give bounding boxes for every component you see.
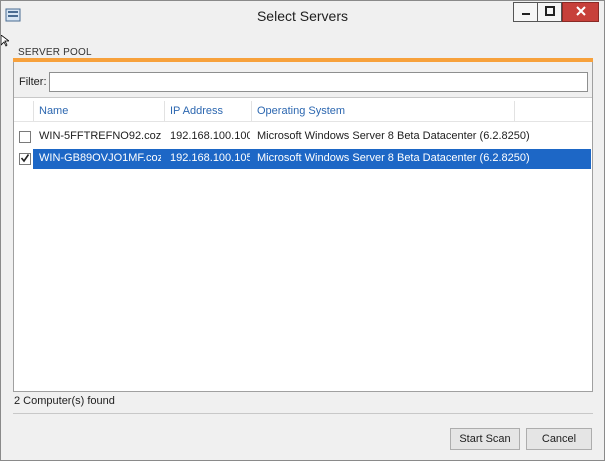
close-icon — [575, 5, 586, 19]
cell-os: Microsoft Windows Server 8 Beta Datacent… — [257, 152, 530, 164]
cancel-button[interactable]: Cancel — [526, 428, 592, 450]
minimize-button[interactable] — [513, 2, 537, 22]
mouse-cursor-icon — [0, 34, 11, 50]
filter-label: Filter: — [19, 76, 47, 88]
cell-ip: 192.168.100.105 — [170, 152, 250, 164]
row-checkbox[interactable] — [19, 153, 31, 165]
maximize-button[interactable] — [537, 2, 562, 22]
title-bar[interactable]: Select Servers — [1, 1, 604, 29]
start-scan-button[interactable]: Start Scan — [450, 428, 520, 450]
table-row-selected[interactable]: WIN-GB89OVJO1MF.coz... 192.168.100.105 M… — [14, 149, 592, 169]
column-header-name[interactable]: Name — [39, 105, 68, 117]
filter-input[interactable] — [49, 72, 588, 92]
cell-os: Microsoft Windows Server 8 Beta Datacent… — [257, 130, 530, 142]
cell-name: WIN-5FFTREFNO92.cozu... — [39, 130, 161, 142]
column-header-ip[interactable]: IP Address — [170, 105, 223, 117]
close-button[interactable] — [562, 2, 599, 22]
maximize-icon — [544, 5, 555, 19]
row-checkbox[interactable] — [19, 131, 31, 143]
minimize-icon — [521, 6, 531, 19]
filter-area: Filter: — [14, 62, 592, 98]
column-separator — [164, 101, 165, 121]
cell-ip: 192.168.100.100 — [170, 130, 250, 142]
footer-divider — [13, 413, 593, 414]
column-separator — [251, 101, 252, 121]
column-separator — [514, 101, 515, 121]
cell-name: WIN-GB89OVJO1MF.coz... — [39, 152, 161, 164]
list-header: Name IP Address Operating System — [14, 99, 592, 122]
column-header-os[interactable]: Operating System — [257, 105, 345, 117]
server-pool-label: SERVER POOL — [18, 47, 92, 58]
select-servers-dialog: Select Servers SERVER POOL Filter: Name … — [0, 0, 605, 461]
status-text: 2 Computer(s) found — [14, 395, 115, 407]
table-row[interactable]: WIN-5FFTREFNO92.cozu... 192.168.100.100 … — [14, 127, 592, 147]
server-pool-panel: Filter: Name IP Address Operating System… — [13, 62, 593, 392]
server-list[interactable]: Name IP Address Operating System WIN-5FF… — [14, 99, 592, 391]
checkbox-icon — [20, 153, 30, 166]
column-separator — [33, 101, 34, 121]
